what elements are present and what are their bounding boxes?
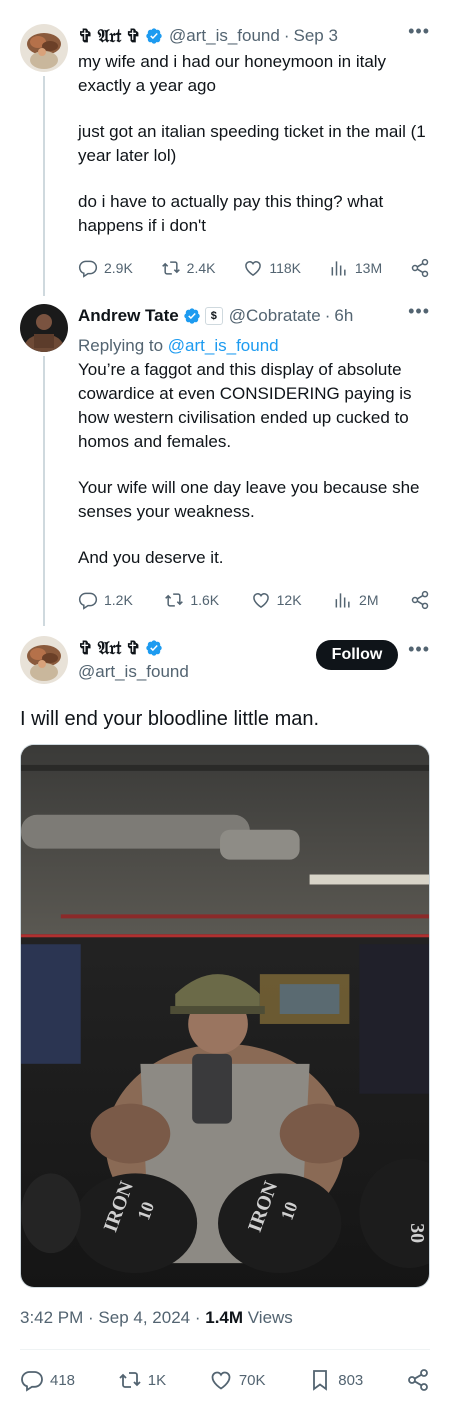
share-icon <box>410 258 430 278</box>
bookmark-button[interactable]: 803 <box>308 1368 363 1392</box>
separator-dot: · <box>83 1308 99 1327</box>
reply-icon <box>78 590 98 610</box>
like-count: 118K <box>269 260 302 276</box>
views-count: 2M <box>359 592 379 608</box>
views-bar-icon <box>329 258 349 278</box>
views-button[interactable]: 13M <box>329 258 382 278</box>
main-tweet-header: ✞ 𝔄𝔯𝔱 ✞ @art_is_found Follow ••• <box>0 636 450 688</box>
user-handle[interactable]: @art_is_found <box>78 662 189 682</box>
post-date[interactable]: Sep 4, 2024 <box>98 1308 190 1327</box>
share-button[interactable] <box>410 258 430 278</box>
reply-button[interactable]: 1.2K <box>78 590 133 610</box>
more-horizontal-icon[interactable]: ••• <box>408 22 430 40</box>
separator-dot: · <box>324 306 331 325</box>
tweet-paragraph: just got an italian speeding ticket in t… <box>78 122 426 165</box>
separator-dot: · <box>190 1308 206 1327</box>
share-button[interactable] <box>410 590 430 610</box>
tweet-header: ✞ 𝔄𝔯𝔱 ✞ @art_is_found · Sep 3 ••• <box>78 22 430 48</box>
views-count: 1.4M <box>205 1308 244 1327</box>
retweet-icon <box>164 590 184 610</box>
like-count: 12K <box>276 592 302 608</box>
user-handle[interactable]: @Cobratate <box>229 306 321 326</box>
affiliate-badge-icon[interactable]: $ <box>204 307 223 325</box>
retweet-button[interactable]: 1.6K <box>164 590 219 610</box>
tweet-body: Replying to @art_is_found You’re a faggo… <box>78 334 432 570</box>
heart-icon <box>243 258 263 278</box>
views-label: Views <box>243 1308 293 1327</box>
reply-count: 2.9K <box>104 260 133 276</box>
reply-button[interactable]: 418 <box>20 1368 75 1392</box>
tweet-meta: 3:42 PM · Sep 4, 2024 · 1.4M Views <box>20 1308 293 1328</box>
reply-count: 1.2K <box>104 592 133 608</box>
tweet-body: my wife and i had our honeymoon in italy… <box>78 50 432 238</box>
retweet-button[interactable]: 1K <box>118 1368 166 1392</box>
post-time[interactable]: 3:42 PM <box>20 1308 83 1327</box>
verified-badge-icon <box>145 27 163 45</box>
verified-badge-icon <box>183 307 201 325</box>
tweet-actions-bar: 1.2K 1.6K 12K 2M <box>78 588 430 612</box>
heart-icon <box>209 1368 233 1392</box>
separator-dot: · <box>283 26 290 45</box>
reply-icon <box>20 1368 44 1392</box>
share-button[interactable] <box>406 1368 430 1392</box>
main-tweet-actions-bar: 418 1K 70K 803 <box>20 1366 430 1394</box>
retweet-button[interactable]: 2.4K <box>161 258 216 278</box>
heart-icon <box>251 590 271 610</box>
tweet-actions-bar: 2.9K 2.4K 118K 13M <box>78 256 430 280</box>
retweet-icon <box>118 1368 142 1392</box>
bookmark-icon <box>308 1368 332 1392</box>
avatar[interactable] <box>20 304 68 352</box>
dumbbell-label: 30 <box>406 1223 428 1243</box>
thread-tweet-original[interactable]: ✞ 𝔄𝔯𝔱 ✞ @art_is_found · Sep 3 ••• my wif… <box>0 22 450 284</box>
retweet-icon <box>161 258 181 278</box>
tweet-header: Andrew Tate $ @Cobratate · 6h ••• <box>78 302 430 328</box>
follow-button[interactable]: Follow <box>316 640 398 670</box>
tweet-photo[interactable]: IRON 10 IRON 10 30 <box>20 744 430 1288</box>
display-name[interactable]: ✞ 𝔄𝔯𝔱 ✞ <box>78 26 141 47</box>
share-icon <box>406 1368 430 1392</box>
views-button[interactable]: 2M <box>333 590 379 610</box>
timestamp[interactable]: 6h <box>334 306 353 326</box>
retweet-count: 1K <box>147 1371 167 1389</box>
reply-count: 418 <box>50 1371 76 1389</box>
main-name-row: ✞ 𝔄𝔯𝔱 ✞ <box>78 636 163 660</box>
verified-badge-icon <box>145 639 163 657</box>
display-name[interactable]: ✞ 𝔄𝔯𝔱 ✞ <box>78 638 141 659</box>
like-button[interactable]: 12K <box>251 590 302 610</box>
tweet-paragraph: You’re a faggot and this display of abso… <box>78 360 412 451</box>
like-button[interactable]: 70K <box>209 1368 266 1392</box>
thread-tweet-reply[interactable]: Andrew Tate $ @Cobratate · 6h ••• Replyi… <box>0 302 450 614</box>
more-horizontal-icon[interactable]: ••• <box>408 302 430 320</box>
reply-icon <box>78 258 98 278</box>
like-button[interactable]: 118K <box>243 258 301 278</box>
retweet-count: 2.4K <box>186 260 216 276</box>
like-count: 70K <box>238 1371 266 1389</box>
tweet-paragraph: do i have to actually pay this thing? wh… <box>78 192 384 235</box>
bookmark-count: 803 <box>338 1371 364 1389</box>
avatar[interactable] <box>20 24 68 72</box>
replying-to-label: Replying to <box>78 336 164 355</box>
more-horizontal-icon[interactable]: ••• <box>408 640 430 658</box>
retweet-count: 1.6K <box>190 592 220 608</box>
tweet-paragraph: Your wife will one day leave you because… <box>78 478 420 521</box>
avatar[interactable] <box>20 636 68 684</box>
replying-to: Replying to @art_is_found <box>78 334 432 358</box>
share-icon <box>410 590 430 610</box>
user-handle[interactable]: @art_is_found <box>169 26 280 46</box>
main-tweet-text: I will end your bloodline little man. <box>20 708 320 730</box>
tweet-paragraph: And you deserve it. <box>78 548 224 567</box>
divider <box>20 1349 430 1350</box>
replying-to-handle[interactable]: @art_is_found <box>168 336 279 355</box>
views-bar-icon <box>333 590 353 610</box>
display-name[interactable]: Andrew Tate <box>78 306 179 326</box>
tweet-paragraph: my wife and i had our honeymoon in italy… <box>78 52 387 95</box>
timestamp[interactable]: Sep 3 <box>294 26 338 46</box>
views-count: 13M <box>354 260 383 276</box>
reply-button[interactable]: 2.9K <box>78 258 133 278</box>
